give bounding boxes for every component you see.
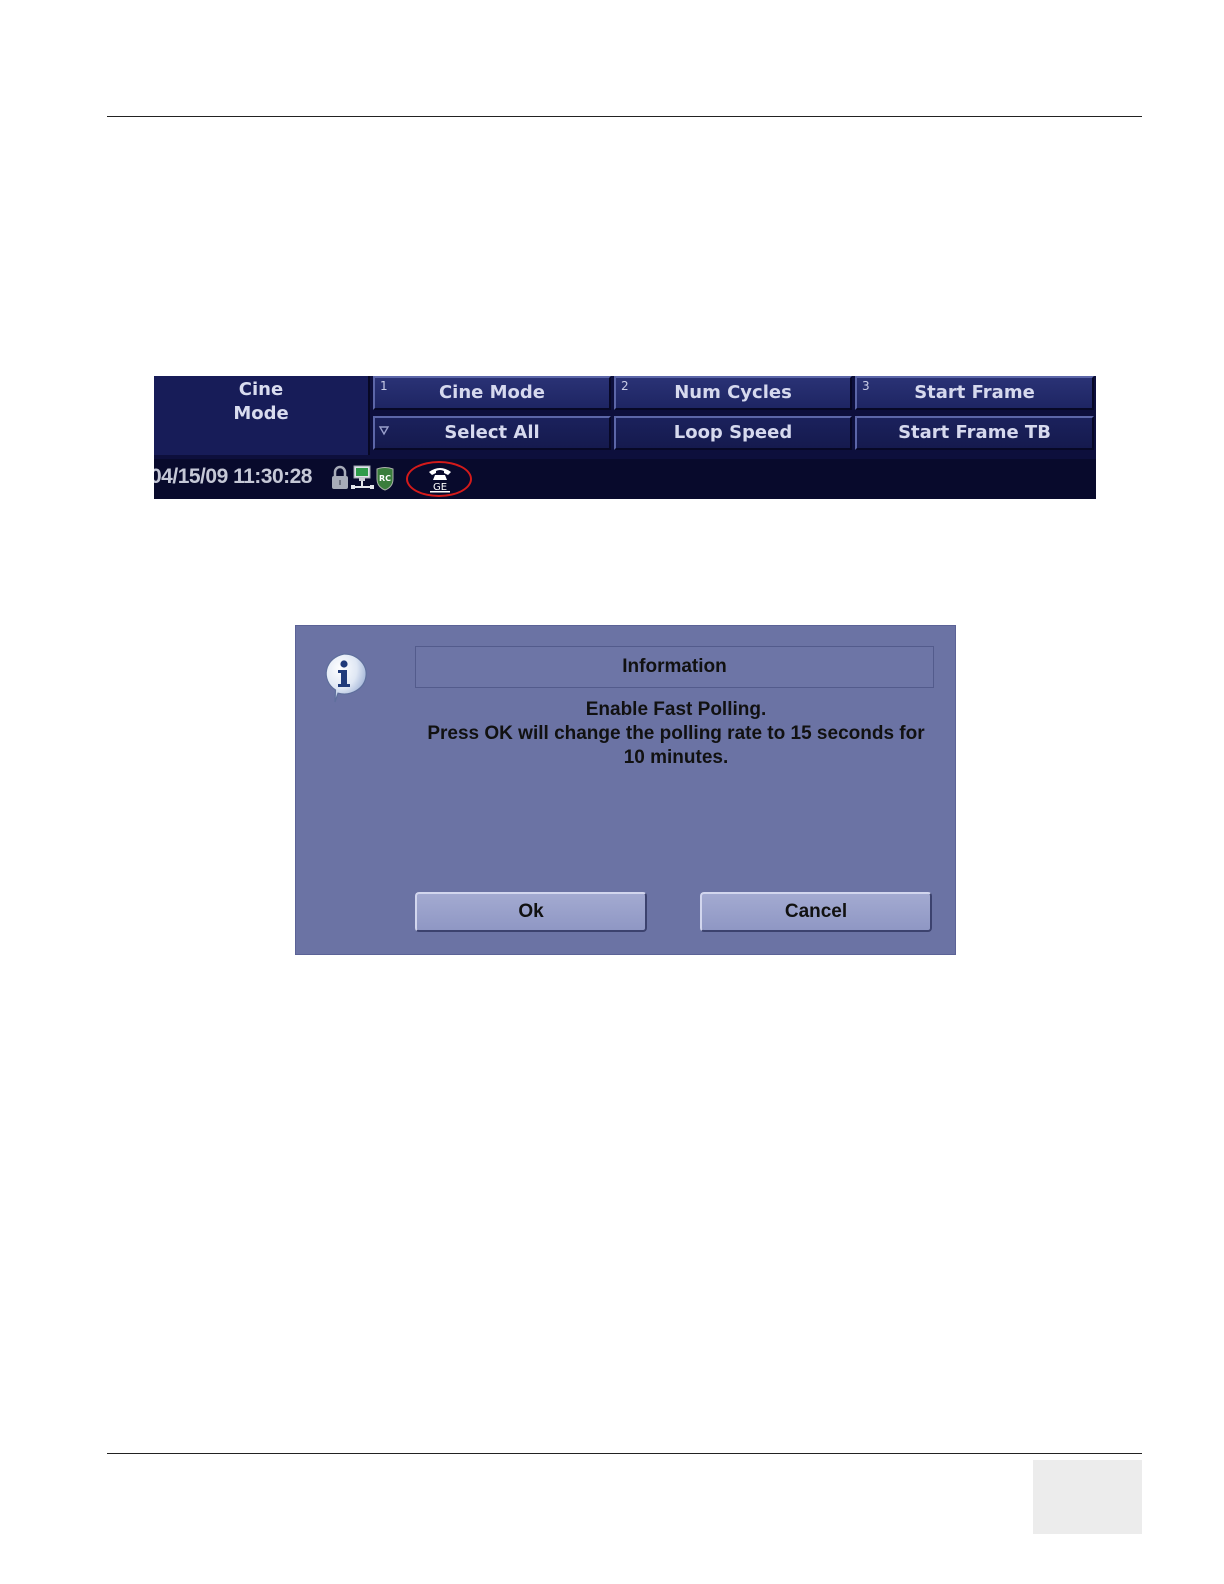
key-number: 3 [862, 379, 870, 393]
arrow-down-icon [378, 426, 390, 436]
panel-title-line-1: Cine [238, 379, 284, 400]
panel-title-line-2: Mode [233, 403, 289, 424]
start-frame-key-label: Start Frame [914, 382, 1035, 403]
dialog-message: Enable Fast Polling. Press OK will chang… [406, 698, 946, 770]
num-cycles-key[interactable]: 2 Num Cycles [614, 376, 852, 410]
select-all-key[interactable]: Select All [373, 416, 611, 450]
header-rule [107, 116, 1142, 117]
ge-phone-icon[interactable]: GE [427, 463, 453, 493]
information-dialog: Information Enable Fast Polling. Press O… [295, 625, 956, 955]
rc-badge-text: RC [379, 474, 391, 483]
key-number: 2 [621, 379, 629, 393]
start-frame-key[interactable]: 3 Start Frame [855, 376, 1094, 410]
panel-title: Cine Mode [154, 376, 370, 455]
cine-mode-key[interactable]: 1 Cine Mode [373, 376, 611, 410]
status-datetime: 04/15/09 11:30:28 [154, 465, 312, 488]
loop-speed-key-label: Loop Speed [673, 422, 793, 443]
status-bar: 04/15/09 11:30:28 RC GE [154, 459, 1096, 499]
key-number: 1 [380, 379, 388, 393]
select-all-key-label: Select All [444, 422, 540, 443]
page-number-box [1033, 1460, 1142, 1534]
cancel-button[interactable]: Cancel [700, 892, 932, 932]
ok-button[interactable]: Ok [415, 892, 647, 932]
rc-shield-icon[interactable]: RC [376, 467, 394, 491]
start-frame-tb-key[interactable]: Start Frame TB [855, 416, 1094, 450]
loop-speed-key[interactable]: Loop Speed [614, 416, 852, 450]
info-icon [325, 653, 367, 703]
footer-rule [107, 1453, 1142, 1454]
network-icon[interactable] [351, 465, 375, 493]
start-frame-tb-key-label: Start Frame TB [898, 422, 1051, 443]
num-cycles-key-label: Num Cycles [674, 382, 792, 403]
lock-icon[interactable] [331, 465, 349, 491]
cine-mode-key-label: Cine Mode [438, 382, 546, 403]
dialog-message-line-2: Press OK will change the polling rate to… [427, 723, 925, 744]
touch-panel: Cine Mode 1 Cine Mode 2 Num Cycles 3 Sta… [154, 376, 1096, 499]
dialog-message-line-3: 10 minutes. [623, 747, 729, 768]
dialog-title: Information [415, 646, 934, 688]
dialog-message-line-1: Enable Fast Polling. [585, 699, 767, 720]
